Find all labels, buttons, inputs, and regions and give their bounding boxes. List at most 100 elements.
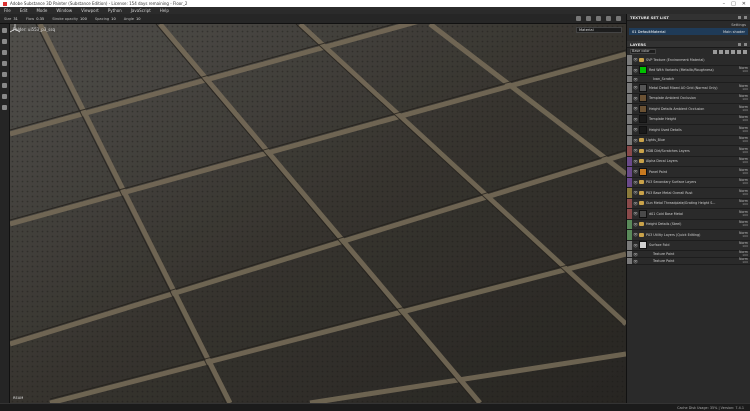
visibility-eye-icon[interactable]: 👁: [632, 230, 639, 240]
menu-file[interactable]: File: [4, 8, 11, 13]
visibility-eye-icon[interactable]: 👁: [632, 199, 639, 209]
layer-blend-info[interactable]: Norm 100: [734, 105, 750, 113]
layers-channel-select[interactable]: Base color: [630, 49, 656, 54]
layer-blend-info[interactable]: Norm 100: [734, 147, 750, 155]
layer-row[interactable]: 👁 P03 Base Metal Overall Rust Norm 100: [627, 188, 750, 199]
maximize-icon[interactable]: □: [731, 1, 736, 7]
layer-name[interactable]: d01 Cold Base Metal: [649, 212, 734, 216]
minimize-icon[interactable]: –: [723, 1, 726, 7]
layer-opacity[interactable]: 100: [734, 234, 748, 239]
layer-blend-info[interactable]: Norm 100: [734, 210, 750, 218]
layer-opacity[interactable]: 100: [734, 245, 748, 249]
layer-row[interactable]: 👁 Height Details (Steel) Norm 100: [627, 219, 750, 230]
add-fill-layer-icon[interactable]: [731, 49, 735, 54]
layer-row[interactable]: 👁 P03 Secondary Surface Layers Norm 100: [627, 177, 750, 188]
menu-viewport[interactable]: Viewport: [81, 8, 99, 13]
toolbar-spacing[interactable]: Spacing 10: [95, 17, 116, 21]
layer-thumbnail[interactable]: [639, 125, 647, 134]
layer-opacity[interactable]: 100: [734, 161, 748, 165]
visibility-eye-icon[interactable]: 👁: [632, 76, 639, 82]
visibility-eye-icon[interactable]: 👁: [632, 241, 639, 251]
layer-row[interactable]: 👁 Texture Paint Norm 100: [627, 257, 750, 265]
layer-row[interactable]: 👁 Gun Metal Threadplate/Grating Height S.…: [627, 198, 750, 209]
visibility-eye-icon[interactable]: 👁: [632, 136, 639, 146]
clone-icon[interactable]: [2, 83, 7, 88]
layer-blend-info[interactable]: Norm 100: [734, 199, 750, 207]
visibility-eye-icon[interactable]: 👁: [632, 115, 639, 125]
visibility-eye-icon[interactable]: 👁: [632, 83, 639, 93]
layer-opacity[interactable]: 100: [734, 108, 748, 113]
close-icon[interactable]: ✕: [742, 1, 746, 7]
toolbar-stroke-opacity-value[interactable]: 100: [80, 17, 87, 21]
layer-row[interactable]: 👁 Lights_Blue Norm 100: [627, 135, 750, 146]
visibility-eye-icon[interactable]: 👁: [632, 167, 639, 177]
layer-opacity[interactable]: 100: [734, 192, 748, 197]
layer-blend-info[interactable]: Norm 100: [734, 220, 750, 228]
visibility-eye-icon[interactable]: 👁: [632, 125, 639, 135]
layer-opacity[interactable]: 100: [734, 150, 748, 155]
layer-opacity[interactable]: 100: [734, 87, 748, 92]
layer-row[interactable]: 👁 Template Ambient Occlusion Norm 100: [627, 93, 750, 104]
layer-row[interactable]: 👁 Texture Paint Norm 100: [627, 250, 750, 258]
folder-icon[interactable]: [639, 180, 644, 185]
3d-viewport[interactable]: Folder: ui553_p3_ssq Material REAM: [10, 24, 626, 403]
panel-menu-icon[interactable]: [738, 42, 741, 46]
toolbar-flow-value[interactable]: 0.35: [36, 17, 44, 21]
render-icon[interactable]: [606, 16, 611, 21]
panel-close-icon[interactable]: [744, 15, 747, 19]
folder-icon[interactable]: [639, 138, 644, 143]
layer-row[interactable]: 👁 Template Height Norm 100: [627, 114, 750, 125]
layer-opacity[interactable]: 100: [734, 261, 748, 265]
layer-opacity[interactable]: 100: [734, 119, 748, 123]
display-settings-icon[interactable]: [596, 16, 601, 21]
layer-row[interactable]: 👁 Ivan_Scratch: [627, 76, 750, 83]
layer-name[interactable]: HDB Dirt/Scratches Layers: [646, 149, 734, 153]
visibility-eye-icon[interactable]: 👁: [632, 94, 639, 104]
visibility-eye-icon[interactable]: 👁: [632, 104, 639, 114]
layer-row[interactable]: 👁 Alpha Decal Layers Norm 100: [627, 156, 750, 167]
texture-set-settings-button[interactable]: Settings: [731, 23, 746, 27]
visibility-eye-icon[interactable]: 👁: [632, 209, 639, 219]
folder-icon[interactable]: [639, 57, 644, 62]
layer-name[interactable]: Panel Paint: [649, 170, 734, 174]
layer-opacity[interactable]: 100: [734, 203, 748, 207]
projection-icon[interactable]: [2, 50, 7, 55]
menu-help[interactable]: Help: [160, 8, 169, 13]
folder-icon[interactable]: [639, 222, 644, 227]
layer-name[interactable]: Height Details (Steel): [646, 222, 734, 226]
layer-name[interactable]: Lights_Blue: [646, 138, 734, 142]
symmetry-icon[interactable]: [576, 16, 581, 21]
polygon-fill-icon[interactable]: [2, 61, 7, 66]
menu-edit[interactable]: Edit: [20, 8, 28, 13]
layer-opacity[interactable]: 100: [734, 182, 748, 186]
folder-icon[interactable]: [639, 232, 644, 237]
layer-opacity[interactable]: 100: [734, 171, 748, 176]
layer-name[interactable]: Alpha Decal Layers: [646, 159, 734, 163]
layer-opacity[interactable]: 100: [734, 98, 748, 102]
layer-opacity[interactable]: 100: [734, 140, 748, 144]
layer-name[interactable]: Height Used Details: [649, 128, 734, 132]
layer-thumbnail[interactable]: [639, 94, 647, 103]
visibility-eye-icon[interactable]: 👁: [632, 220, 639, 230]
layer-thumbnail[interactable]: [639, 66, 647, 75]
folder-icon[interactable]: [639, 159, 644, 164]
menu-python[interactable]: Python: [108, 8, 122, 13]
visibility-eye-icon[interactable]: 👁: [632, 251, 639, 257]
toolbar-flow[interactable]: Flow 0.35: [26, 17, 44, 21]
layer-row[interactable]: 👁 HDB Dirt/Scratches Layers Norm 100: [627, 146, 750, 157]
toolbar-size[interactable]: Size 31: [4, 17, 18, 21]
layer-name[interactable]: Surface Fold: [649, 243, 734, 247]
layer-thumbnail[interactable]: [639, 209, 647, 218]
visibility-eye-icon[interactable]: 👁: [632, 258, 639, 264]
layer-blend-info[interactable]: Norm 100: [734, 115, 750, 123]
layer-thumbnail[interactable]: [639, 83, 647, 92]
add-mask-icon[interactable]: [719, 49, 723, 54]
screenshot-icon[interactable]: [616, 16, 621, 21]
toolbar-spacing-value[interactable]: 10: [111, 17, 116, 21]
layer-row[interactable]: 👁 SVP Texture (Environment Material): [627, 55, 750, 66]
visibility-eye-icon[interactable]: 👁: [632, 55, 639, 65]
layer-blend-info[interactable]: Norm 100: [734, 257, 750, 265]
layer-opacity[interactable]: 100: [734, 213, 748, 218]
layer-blend-info[interactable]: Norm 100: [734, 168, 750, 176]
layer-name[interactable]: Height Details Ambient Occlusion: [649, 107, 734, 111]
